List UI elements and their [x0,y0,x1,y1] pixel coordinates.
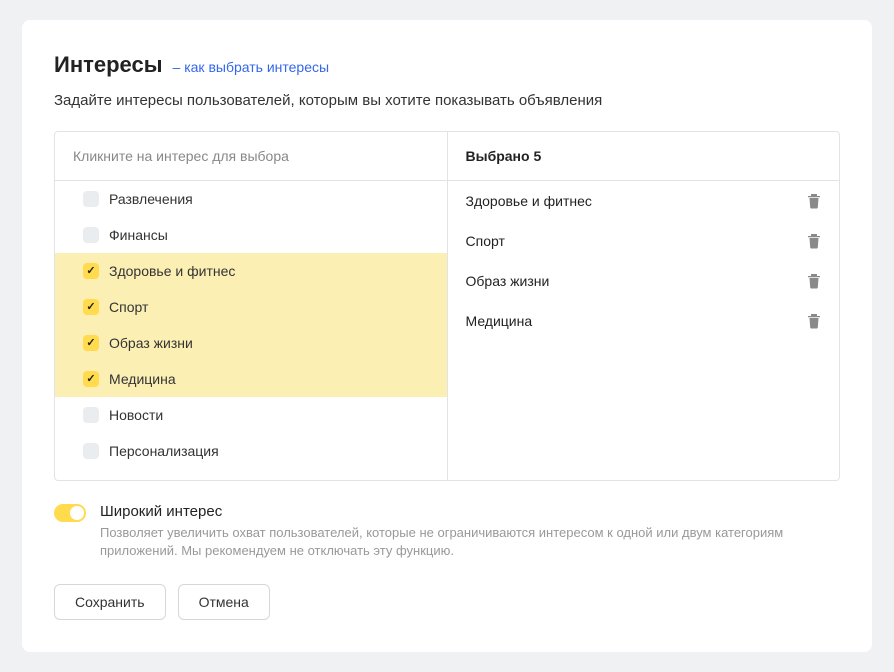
interest-item[interactable]: Медицина [55,361,447,397]
interest-item[interactable]: Персонализация [55,433,447,469]
toggle-texts: Широкий интерес Позволяет увеличить охва… [100,503,840,560]
selected-item-label: Медицина [466,313,533,329]
selected-item: Спорт [448,221,840,261]
interest-label: Новости [109,407,163,423]
interest-label: Медицина [109,371,176,387]
selected-header: Выбрано 5 [448,132,840,181]
interest-item[interactable]: Спорт [55,289,447,325]
checkbox-icon[interactable] [83,407,99,423]
interest-item[interactable]: Новости [55,397,447,433]
interests-card: Интересы – как выбрать интересы Задайте … [22,20,872,652]
interest-item[interactable]: Финансы [55,217,447,253]
wide-interest-section: Широкий интерес Позволяет увеличить охва… [54,503,840,560]
button-row: Сохранить Отмена [54,584,840,620]
selected-item: Образ жизни [448,261,840,301]
page-title: Интересы [54,52,163,78]
interest-label: Здоровье и фитнес [109,263,235,279]
selected-item: Медицина [448,301,840,341]
interest-label: Образ жизни [109,335,193,351]
interest-label: Развлечения [109,191,193,207]
checkbox-icon[interactable] [83,299,99,315]
trash-icon[interactable] [807,233,821,249]
interest-item[interactable]: Образ жизни [55,325,447,361]
interest-label: Персонализация [109,443,219,459]
available-list[interactable]: Развлечения Финансы Здоровье и фитнес Спорт… [55,181,447,480]
trash-icon[interactable] [807,193,821,209]
selected-item-label: Спорт [466,233,505,249]
trash-icon[interactable] [807,313,821,329]
cancel-button[interactable]: Отмена [178,584,270,620]
selected-panel: Выбрано 5 Здоровье и фитнес Спорт Образ жи… [448,132,840,480]
selected-item-label: Образ жизни [466,273,550,289]
checkbox-icon[interactable] [83,443,99,459]
checkbox-icon[interactable] [83,263,99,279]
interest-label: Спорт [109,299,148,315]
available-panel: Кликните на интерес для выбора Развлечен… [55,132,448,480]
checkbox-icon[interactable] [83,227,99,243]
help-link[interactable]: – как выбрать интересы [173,59,330,75]
toggle-title: Широкий интерес [100,503,840,520]
interest-item[interactable]: Развлечения [55,181,447,217]
available-header: Кликните на интерес для выбора [55,132,447,181]
selected-list: Здоровье и фитнес Спорт Образ жизни Медицин… [448,181,840,480]
checkbox-icon[interactable] [83,371,99,387]
toggle-description: Позволяет увеличить охват пользователей,… [100,524,840,560]
checkbox-icon[interactable] [83,191,99,207]
wide-interest-toggle[interactable] [54,504,86,522]
subtitle: Задайте интересы пользователей, которым … [54,92,840,109]
checkbox-icon[interactable] [83,335,99,351]
heading-row: Интересы – как выбрать интересы [54,52,840,78]
panels-container: Кликните на интерес для выбора Развлечен… [54,131,840,481]
trash-icon[interactable] [807,273,821,289]
toggle-knob [70,506,84,520]
selected-item: Здоровье и фитнес [448,181,840,221]
save-button[interactable]: Сохранить [54,584,166,620]
interest-item[interactable]: Здоровье и фитнес [55,253,447,289]
selected-item-label: Здоровье и фитнес [466,193,592,209]
interest-label: Финансы [109,227,168,243]
